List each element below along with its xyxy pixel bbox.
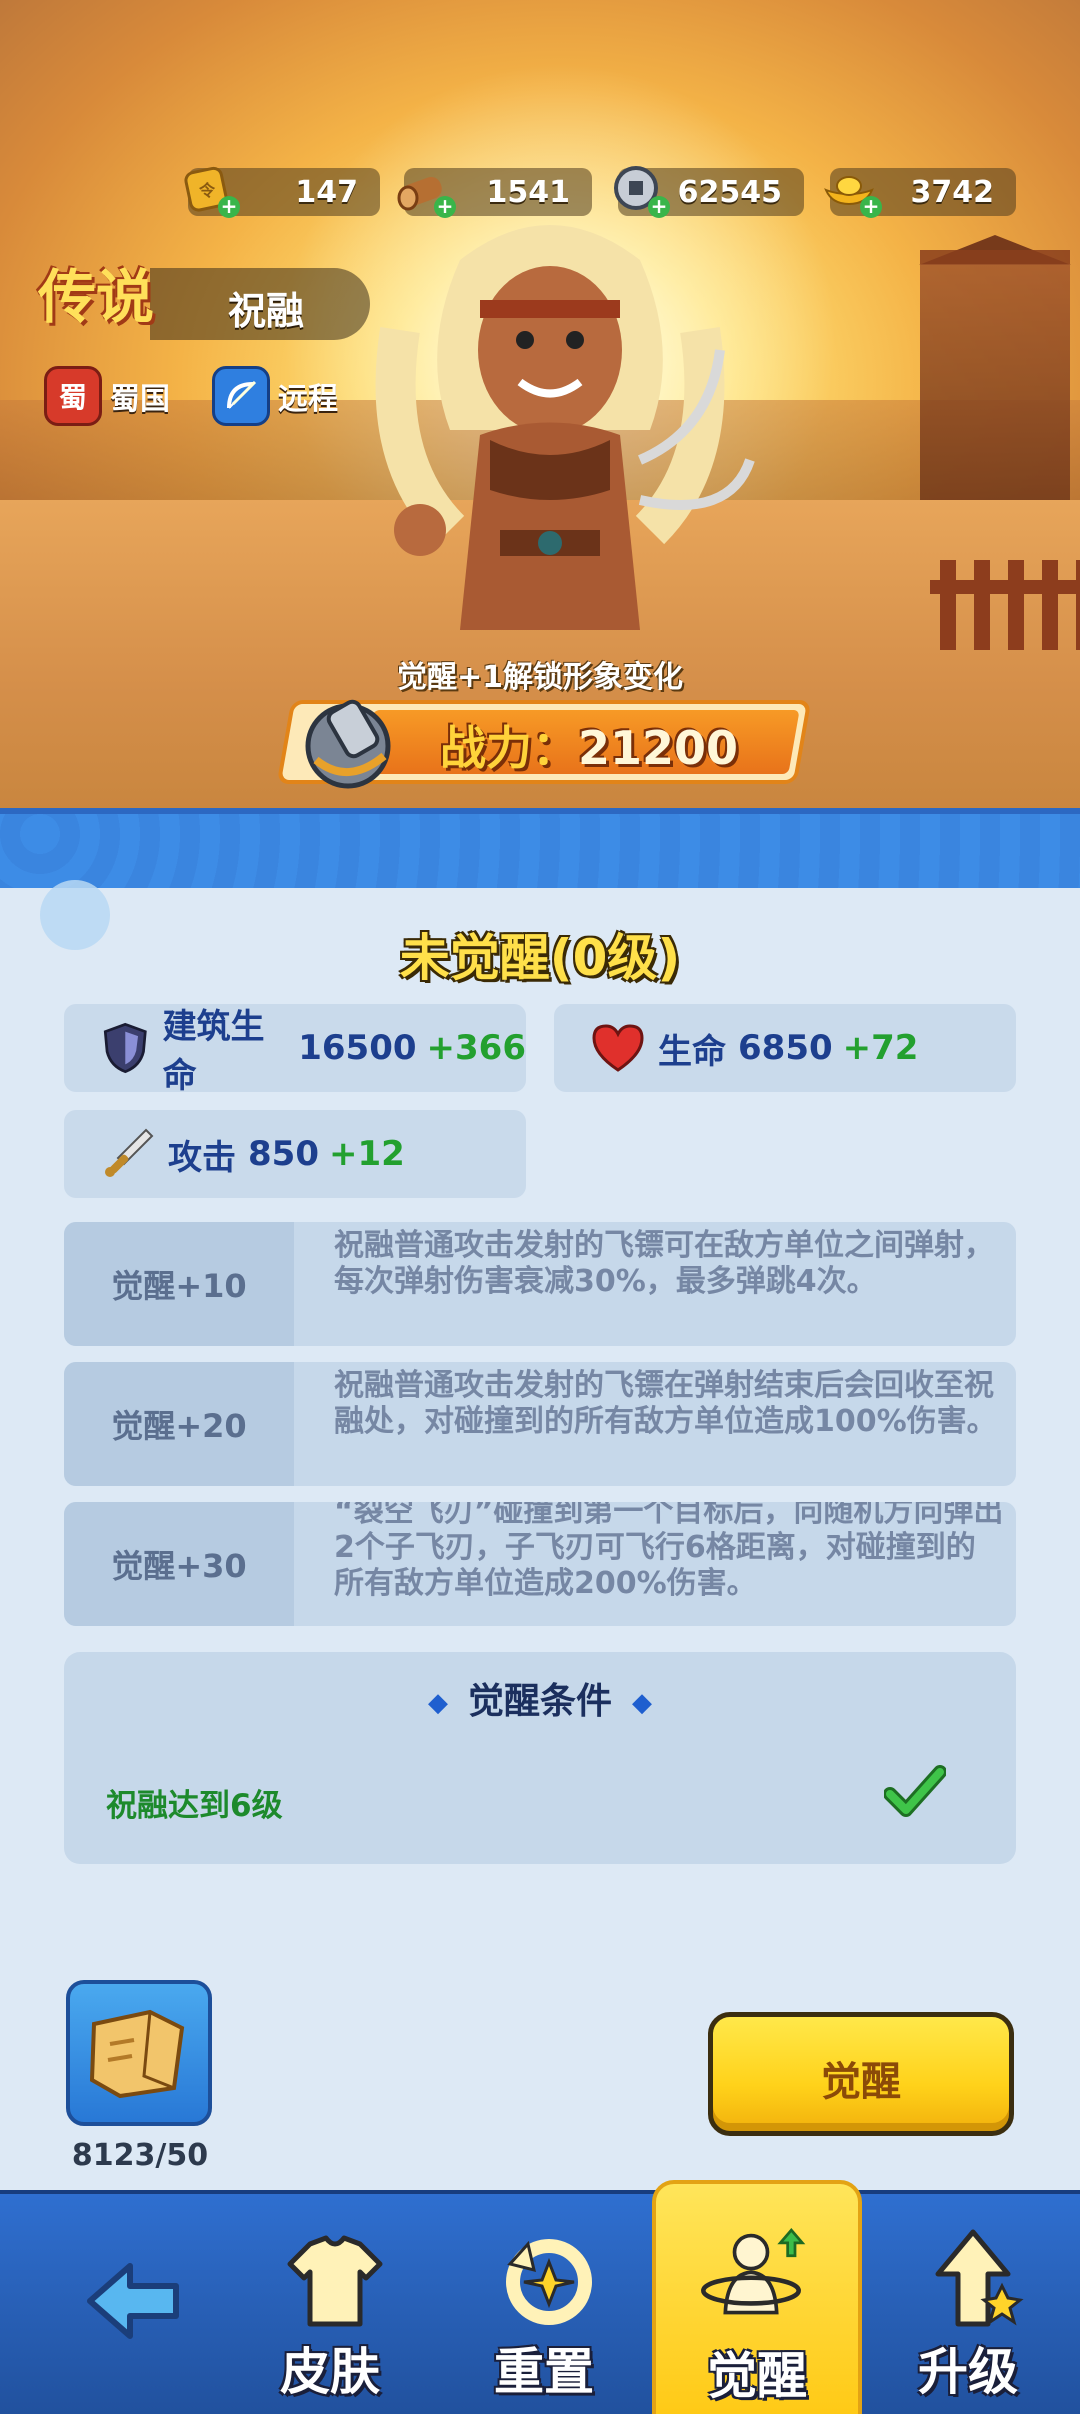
hero-name: 祝融 [228, 289, 305, 333]
checkmark-icon [884, 1765, 946, 1817]
awaken-condition-header: ◆ 觉醒条件 ◆ [64, 1672, 1016, 1724]
stat-increase: +72 [842, 1028, 919, 1068]
nav-label: 皮肤 [280, 2343, 380, 2401]
diamond-icon: ◆ [427, 1688, 448, 1718]
combat-power-label: 战力： [440, 721, 578, 775]
faction-label: 蜀国 [110, 382, 170, 417]
awaken-material-count: 8123/50 [71, 2138, 209, 2173]
upgrade-arrow-icon [935, 2229, 1024, 2327]
stat-increase: +366 [426, 1028, 526, 1068]
awaken-unlock-hint: 觉醒+1解锁形象变化 [396, 660, 683, 695]
nav-label: 重置 [494, 2343, 594, 2401]
awaken-condition-box: ◆ 觉醒条件 ◆ 祝融达到6级 [64, 1652, 1016, 1864]
svg-text:令: 令 [198, 181, 216, 200]
awaken-skill-desc: 祝融普通攻击发射的飞镖可在敌方单位之间弹射，每次弹射伤害衰减30%，最多弹跳4次… [334, 1228, 994, 1299]
reset-cycle-icon [506, 2239, 592, 2325]
nav-back-button[interactable] [40, 2194, 230, 2414]
awaken-skill-desc: 祝融普通攻击发射的飞镖在弹射结束后会回收至祝融处，对碰撞到的所有敌方单位造成10… [334, 1368, 997, 1439]
awaken-skill-row: 觉醒+10 祝融普通攻击发射的飞镖可在敌方单位之间弹射，每次弹射伤害衰减30%，… [64, 1222, 1016, 1346]
nav-tab-skin[interactable]: 皮肤 [230, 2194, 430, 2414]
nav-tab-awaken[interactable]: 觉醒 [652, 2180, 862, 2414]
add-scroll-token-icon[interactable]: + [218, 196, 240, 218]
stat-building-hp: 建筑生命 16500 +366 [64, 1004, 526, 1096]
nav-label: 升级 [918, 2343, 1018, 2401]
awaken-skill-level: 觉醒+10 [64, 1222, 294, 1346]
diamond-icon: ◆ [632, 1688, 652, 1718]
attack-type-tag: 远程 [212, 366, 338, 426]
combat-power-icon [296, 690, 406, 794]
combat-power: 战力：21200 [440, 712, 738, 778]
shield-icon [103, 1022, 147, 1074]
background-fence-posts [940, 560, 1080, 650]
awaken-button[interactable]: 觉醒 [708, 2012, 1014, 2136]
awaken-figure-icon [701, 2227, 806, 2315]
attack-type-label: 远程 [278, 382, 338, 417]
bow-icon [212, 366, 270, 426]
stat-label: 建筑生命 [162, 1007, 265, 1096]
background-tower [920, 250, 1070, 510]
hero-banner: 令 + 147 + 1541 + 62545 + 3742 祝融 传说 蜀 蜀国 [0, 0, 1080, 808]
sword-icon [105, 1128, 154, 1177]
hero-name-plate: 祝融 [150, 268, 370, 340]
stat-increase: +12 [328, 1134, 405, 1174]
nav-tab-reset[interactable]: 重置 [444, 2194, 644, 2414]
awaken-skill-level: 觉醒+30 [64, 1502, 294, 1626]
nav-label: 觉醒 [707, 2347, 807, 2405]
stat-value: 16500 [298, 1028, 417, 1068]
awaken-skill-level: 觉醒+20 [64, 1362, 294, 1486]
bottom-nav: 皮肤 重置 觉醒 升级 [0, 2180, 1080, 2414]
stat-label: 生命 [658, 1031, 726, 1072]
resource-gold-ingot[interactable]: + 3742 [824, 168, 1016, 218]
awakening-state-title: 未觉醒(0级) [399, 929, 681, 987]
scroll-map-icon [89, 2009, 185, 2099]
hero-character-portrait[interactable] [340, 200, 760, 660]
awaken-material-item[interactable] [66, 1980, 212, 2126]
nav-tab-upgrade[interactable]: 升级 [868, 2194, 1068, 2414]
back-arrow-icon [87, 2263, 179, 2339]
faction-badge: 蜀 [44, 366, 102, 426]
shirt-icon [287, 2235, 383, 2327]
stat-attack: 攻击 850 +12 [64, 1110, 526, 1198]
panel-header-band [0, 808, 1080, 890]
combat-power-value: 21200 [578, 721, 739, 775]
add-gold-ingot-icon[interactable]: + [860, 196, 882, 218]
rarity-label: 传说 [38, 263, 155, 331]
awaken-condition-title: 觉醒条件 [467, 1681, 612, 1722]
resource-value: 3742 [910, 175, 995, 210]
awaken-button-label: 觉醒 [821, 2059, 901, 2105]
stat-hp: 生命 6850 +72 [554, 1004, 1016, 1092]
stat-label: 攻击 [168, 1137, 236, 1178]
awaken-skill-row: 觉醒+20 祝融普通攻击发射的飞镖在弹射结束后会回收至祝融处，对碰撞到的所有敌方… [64, 1362, 1016, 1486]
awaken-requirement: 祝融达到6级 [106, 1788, 283, 1824]
faction-tag: 蜀 蜀国 [44, 366, 170, 426]
stat-value: 850 [248, 1134, 319, 1174]
stat-value: 6850 [738, 1028, 833, 1068]
awaken-skill-row: 觉醒+30 “裂空飞刃”碰撞到第一个目标后，向随机方向弹出2个子飞刃，子飞刃可飞… [64, 1502, 1016, 1626]
awaken-skill-desc: “裂空飞刃”碰撞到第一个目标后，向随机方向弹出2个子飞刃，子飞刃可飞行6格距离，… [334, 1502, 1004, 1601]
heart-icon [592, 1024, 644, 1072]
